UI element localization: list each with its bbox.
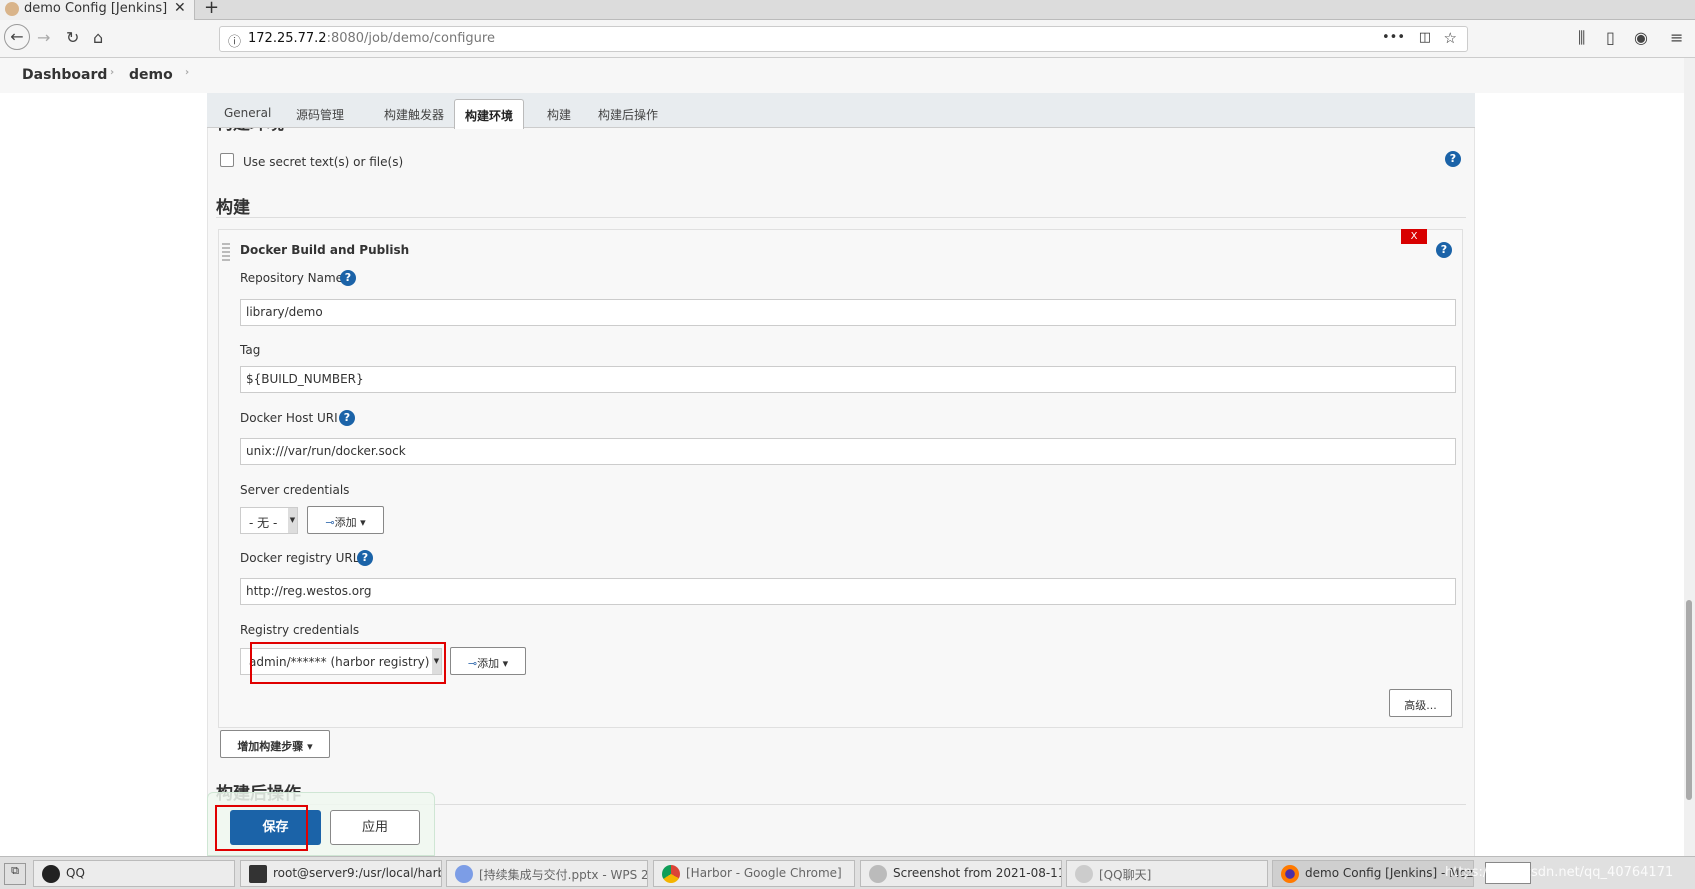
repo-name-input[interactable]: library/demo — [240, 299, 1456, 326]
task-label: [持续集成与交付.pptx - WPS 2... — [479, 868, 648, 882]
taskbar-item-chrome[interactable]: [Harbor - Google Chrome] — [653, 860, 855, 887]
tag-label: Tag — [240, 343, 261, 357]
docker-host-input[interactable]: unix:///var/run/docker.sock — [240, 438, 1456, 465]
menu-icon[interactable]: ≡ — [1670, 28, 1683, 47]
close-tab-icon[interactable]: ✕ — [174, 0, 186, 16]
screenshot-icon — [869, 865, 887, 883]
advanced-button[interactable]: 高级... — [1389, 689, 1452, 717]
help-icon[interactable]: ? — [357, 550, 373, 566]
registry-url-input[interactable]: http://reg.westos.org — [240, 578, 1456, 605]
browser-tab-strip — [0, 0, 1695, 20]
tab-post-build[interactable]: 构建后操作 — [588, 99, 668, 129]
account-icon[interactable]: ◉ — [1634, 28, 1648, 47]
terminal-icon — [249, 865, 267, 883]
home-icon[interactable]: ⌂ — [93, 28, 103, 47]
new-tab-icon[interactable]: + — [204, 0, 219, 18]
tab-build-env[interactable]: 构建环境 — [454, 99, 525, 129]
highlight-box — [250, 642, 446, 684]
taskbar-item-qq-chat[interactable]: [QQ聊天] — [1066, 860, 1268, 887]
more-icon[interactable]: ••• — [1382, 30, 1405, 45]
scrollbar-thumb[interactable] — [1686, 600, 1692, 800]
pocket-icon[interactable]: ◫ — [1419, 30, 1431, 45]
config-tabs: General 源码管理 构建触发器 构建环境 构建 构建后操作 — [207, 93, 1475, 129]
tab-title: demo Config [Jenkins] — [24, 1, 168, 16]
back-icon[interactable]: ← — [4, 24, 30, 50]
watermark: https://blog.csdn.net/qq_40764171 — [1445, 865, 1674, 880]
tab-scm[interactable]: 源码管理 — [286, 99, 354, 129]
add-label: 添加 — [477, 657, 500, 670]
registry-credentials-label: Registry credentials — [240, 623, 360, 637]
taskbar-item-screenshot[interactable]: Screenshot from 2021-08-11... — [860, 860, 1062, 887]
drag-handle[interactable] — [222, 243, 230, 263]
task-label: [QQ聊天] — [1099, 868, 1152, 882]
browser-tab[interactable]: demo Config [Jenkins] — [0, 0, 195, 20]
taskbar-item-terminal[interactable]: root@server9:/usr/local/harbor — [240, 860, 442, 887]
library-icon[interactable]: ⫼ — [1578, 28, 1585, 48]
key-icon: ⊸ — [325, 516, 335, 529]
task-label: QQ — [66, 866, 85, 880]
divider — [216, 217, 1466, 218]
delete-step-button[interactable]: X — [1401, 229, 1427, 244]
taskbar-item-firefox[interactable]: demo Config [Jenkins] - Mozil... — [1272, 860, 1474, 887]
url-bar[interactable]: ⓘ 172.25.77.2:8080/job/demo/configure •••… — [219, 26, 1468, 52]
jenkins-icon — [5, 2, 19, 16]
step-title: Docker Build and Publish — [240, 243, 410, 257]
help-icon[interactable]: ? — [339, 410, 355, 426]
reload-icon[interactable]: ↻ — [66, 28, 79, 47]
add-registry-credentials-button[interactable]: ⊸添加 ▾ — [450, 647, 526, 675]
task-label: root@server9:/usr/local/harbor — [273, 866, 442, 880]
taskbar-item-wps[interactable]: [持续集成与交付.pptx - WPS 2... — [446, 860, 648, 887]
info-icon: ⓘ — [228, 35, 242, 50]
task-label: Screenshot from 2021-08-11... — [893, 866, 1062, 880]
selected-value: - 无 - — [249, 516, 278, 530]
section-heading-build: 构建 — [216, 198, 250, 218]
sidebar-icon[interactable]: ▯ — [1606, 28, 1615, 47]
repo-name-label: Repository Name — [240, 271, 344, 285]
chevron-right-icon[interactable]: › — [110, 67, 114, 78]
forward-icon[interactable]: → — [37, 28, 50, 47]
firefox-icon — [1281, 865, 1299, 883]
tab-general[interactable]: General — [214, 99, 281, 129]
url-host: 172.25.77.2 — [248, 31, 327, 46]
taskbar: ⧉ QQ root@server9:/usr/local/harbor [持续集… — [0, 856, 1695, 889]
tag-input[interactable]: ${BUILD_NUMBER} — [240, 366, 1456, 393]
chrome-icon — [662, 865, 680, 883]
taskbar-item-qq[interactable]: QQ — [33, 860, 235, 887]
qq-icon — [1075, 865, 1093, 883]
secret-label: Use secret text(s) or file(s) — [243, 155, 404, 169]
qq-icon — [42, 865, 60, 883]
add-build-step-button[interactable]: 增加构建步骤 ▾ — [220, 730, 330, 758]
breadcrumb-dashboard[interactable]: Dashboard — [22, 67, 107, 83]
apply-button[interactable]: 应用 — [330, 810, 420, 845]
chevron-right-icon[interactable]: › — [185, 67, 189, 78]
help-icon[interactable]: ? — [1436, 242, 1452, 258]
url-path: :8080/job/demo/configure — [326, 31, 495, 46]
add-label: 添加 — [334, 516, 357, 529]
key-icon: ⊸ — [467, 657, 478, 670]
wps-icon — [455, 865, 473, 883]
registry-url-label: Docker registry URL — [240, 551, 360, 565]
tab-build[interactable]: 构建 — [537, 99, 581, 129]
breadcrumb-demo[interactable]: demo — [129, 67, 173, 83]
highlight-box — [215, 805, 308, 851]
server-credentials-select[interactable]: - 无 - ▼ — [240, 507, 298, 534]
task-label: [Harbor - Google Chrome] — [686, 866, 842, 880]
add-server-credentials-button[interactable]: ⊸添加 ▾ — [307, 506, 384, 534]
secret-checkbox[interactable] — [220, 153, 234, 167]
show-desktop-icon[interactable]: ⧉ — [4, 863, 26, 885]
bookmark-star-icon[interactable]: ☆ — [1444, 29, 1457, 47]
breadcrumb: Dashboard › demo › — [0, 58, 1684, 93]
docker-host-label: Docker Host URI — [240, 411, 338, 425]
help-icon[interactable]: ? — [1445, 151, 1461, 167]
tab-triggers[interactable]: 构建触发器 — [374, 99, 454, 129]
help-icon[interactable]: ? — [340, 270, 356, 286]
server-credentials-label: Server credentials — [240, 483, 350, 497]
add-step-label: 增加构建步骤 — [237, 740, 304, 753]
dropdown-arrow-icon[interactable]: ▼ — [288, 508, 297, 533]
